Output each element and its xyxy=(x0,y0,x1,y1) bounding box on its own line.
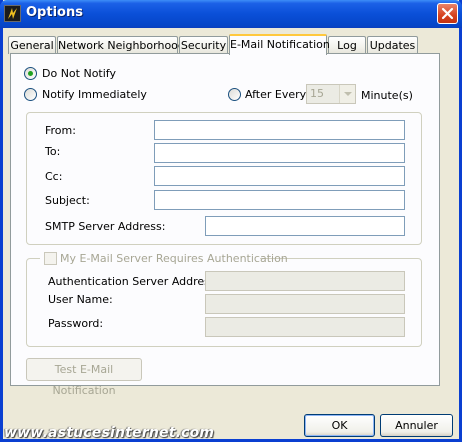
app-icon xyxy=(4,5,21,22)
close-button[interactable] xyxy=(437,3,458,24)
from-field[interactable] xyxy=(154,120,405,140)
smtp-server-field[interactable] xyxy=(205,216,405,236)
auth-server-field xyxy=(205,271,405,291)
auth-server-label: Authentication Server Address: xyxy=(48,275,220,288)
tab-log[interactable]: Log xyxy=(328,36,366,54)
password-field xyxy=(205,317,405,337)
notify-immediately-label: Notify Immediately xyxy=(42,88,147,101)
after-every-label: After Every xyxy=(245,88,307,101)
title-bar[interactable]: Options xyxy=(0,0,462,28)
tab-general[interactable]: General xyxy=(8,36,56,54)
auth-checkbox-label: My E-Mail Server Requires Authentication xyxy=(60,252,288,265)
watermark: www.astucesinternet.com xyxy=(4,425,215,441)
tab-security[interactable]: Security xyxy=(179,36,228,54)
close-icon xyxy=(441,7,454,20)
subject-field[interactable] xyxy=(154,190,405,210)
ok-button[interactable]: OK xyxy=(304,414,375,437)
after-every-radio[interactable] xyxy=(228,88,241,101)
to-label: To: xyxy=(45,145,61,158)
user-name-label: User Name: xyxy=(48,293,113,306)
interval-unit-label: Minute(s) xyxy=(361,89,413,102)
cc-label: Cc: xyxy=(45,170,63,183)
interval-select[interactable]: 15 xyxy=(306,84,356,104)
chevron-down-icon[interactable] xyxy=(339,85,355,103)
window-title: Options xyxy=(26,5,83,20)
user-name-field xyxy=(205,294,405,314)
smtp-server-label: SMTP Server Address: xyxy=(45,220,166,233)
tab-updates[interactable]: Updates xyxy=(367,36,418,54)
do-not-notify-radio[interactable] xyxy=(24,67,37,80)
auth-checkbox[interactable] xyxy=(44,252,57,265)
cc-field[interactable] xyxy=(154,166,405,186)
do-not-notify-label: Do Not Notify xyxy=(42,67,116,80)
to-field[interactable] xyxy=(154,143,405,163)
tab-email-notification[interactable]: E-Mail Notification xyxy=(229,34,330,55)
tab-network-neighborhood[interactable]: Network Neighborhood xyxy=(57,36,185,54)
test-email-button: Test E-Mail Notification xyxy=(26,358,142,397)
interval-value: 15 xyxy=(310,87,324,100)
notify-immediately-radio[interactable] xyxy=(24,88,37,101)
subject-label: Subject: xyxy=(45,194,90,207)
cancel-button[interactable]: Annuler xyxy=(380,414,453,437)
from-label: From: xyxy=(45,124,76,137)
password-label: Password: xyxy=(48,317,104,330)
